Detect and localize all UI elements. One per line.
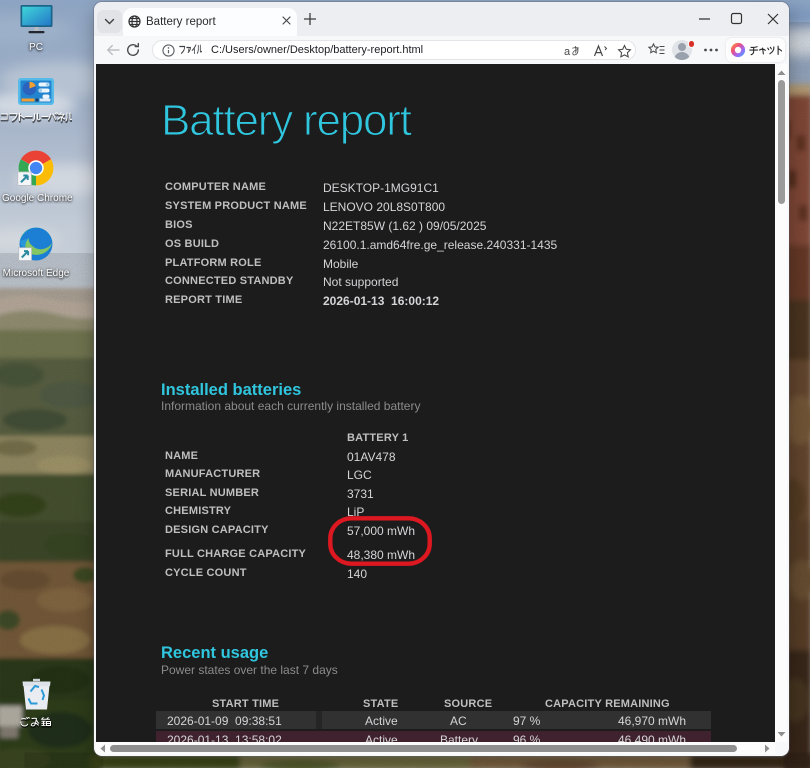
svg-text:a: a (564, 46, 571, 58)
